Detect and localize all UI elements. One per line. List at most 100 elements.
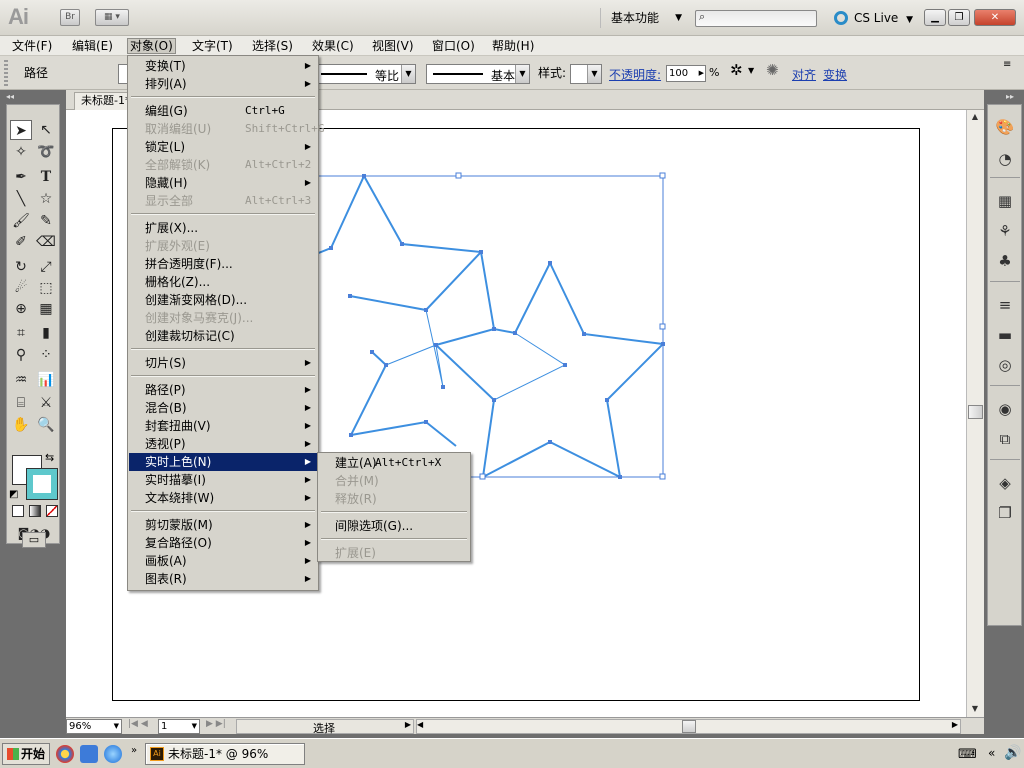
type-tool-icon[interactable]: T [35,167,57,187]
menu-view[interactable]: 视图(V) [370,38,416,54]
object-menu-item[interactable]: 隐藏(H) ▶ [129,174,317,192]
panel-grip[interactable] [4,60,8,86]
vertical-scroll-thumb[interactable] [968,405,983,419]
free-transform-tool-icon[interactable]: ⬚ [35,278,57,298]
layers-icon[interactable]: ◈ [994,473,1016,493]
menu-select[interactable]: 选择(S) [250,38,295,54]
slice-tool-icon[interactable]: ⚔ [35,393,57,413]
search-input[interactable]: ⌕ [695,10,817,27]
object-menu-item[interactable]: 剪切蒙版(M) ▶ [129,516,317,534]
start-button[interactable]: 开始 [2,743,50,765]
opacity-input[interactable]: 100 ▶ [666,65,706,82]
object-menu-item[interactable]: 变换(T) ▶ [129,57,317,75]
scroll-down-icon[interactable]: ▼ [967,702,983,716]
graphic-style-dropdown[interactable]: ▼ [570,64,602,84]
collapse-panel-icon[interactable]: ◂◂ [6,92,14,101]
brushes-icon[interactable]: ⚘ [994,221,1016,241]
keyboard-icon[interactable]: ⌨ [958,747,977,762]
vertical-scrollbar[interactable]: ▲ ▼ [966,110,984,717]
object-menu-item[interactable]: 实时上色(N) ▶ [129,453,317,471]
artboard-tool-icon[interactable]: ⌸ [10,393,32,413]
hand-tool-icon[interactable]: ✋ [10,415,32,435]
stroke-icon[interactable]: ≡ [994,295,1016,315]
object-menu-item[interactable]: 路径(P) ▶ [129,381,317,399]
chevron-down-icon[interactable]: ▼ [748,64,754,78]
pencil-tool-icon[interactable]: ✎ [35,211,57,231]
color-icon[interactable]: ◔ [994,149,1016,169]
zoom-dropdown[interactable]: 96% ▼ [66,719,122,734]
none-mode-icon[interactable] [46,505,58,517]
swatches-icon[interactable]: ▦ [994,191,1016,211]
pen-tool-icon[interactable]: ✒ [10,167,32,187]
restore-button[interactable]: ❐ [948,9,970,26]
object-menu-item[interactable]: 封套扭曲(V) ▶ [129,417,317,435]
scroll-up-icon[interactable]: ▲ [967,110,983,124]
transparency-icon[interactable]: ◎ [994,355,1016,375]
paintbrush-tool-icon[interactable]: 🖌 [10,211,32,231]
graphic-styles-icon[interactable]: ⧉ [994,429,1016,449]
mesh-tool-icon[interactable]: ⌗ [10,323,32,343]
shape-builder-tool-icon[interactable]: ⊕ [10,299,32,319]
arrange-documents-button[interactable]: ▦ ▾ [95,9,129,26]
gradient-icon[interactable]: ▬ [994,325,1016,345]
live-paint-menu-item[interactable]: 建立(A) Alt+Ctrl+X [319,454,469,472]
live-paint-menu-item[interactable]: 间隙选项(G)... [319,517,469,535]
panel-menu-icon[interactable]: ≡ [1003,58,1011,72]
artboard-navigator[interactable]: 1 ▼ [158,719,200,734]
star-tool-icon[interactable]: ☆ [35,189,57,209]
gradient-mode-icon[interactable] [29,505,41,517]
line-tool-icon[interactable]: ╲ [10,189,32,209]
appearance-icon[interactable]: ◉ [994,399,1016,419]
object-menu-item[interactable]: 扩展(X)... [129,219,317,237]
menu-help[interactable]: 帮助(H) [490,38,536,54]
lasso-tool-icon[interactable]: ➰ [35,142,57,162]
blend-tool-icon[interactable]: ⁘ [35,345,57,365]
menu-effect[interactable]: 效果(C) [310,38,356,54]
warp-tool-icon[interactable]: ☄ [10,278,32,298]
horizontal-scrollbar[interactable]: ◀ ▶ [416,719,961,734]
menu-edit[interactable]: 编辑(E) [70,38,115,54]
cs-live-button[interactable]: CS Live ▼ [834,9,913,27]
perspective-grid-tool-icon[interactable]: ▦ [35,299,57,319]
first-artboard-icon[interactable]: |◀ ◀ [128,719,148,729]
status-info-dropdown[interactable]: 选择 ▶ [236,719,414,735]
eyedropper-tool-icon[interactable]: ⚲ [10,345,32,365]
object-menu-item[interactable]: 透视(P) ▶ [129,435,317,453]
color-guide-icon[interactable]: 🎨 [994,117,1016,137]
object-menu-item[interactable]: 混合(B) ▶ [129,399,317,417]
eraser-tool-icon[interactable]: ⌫ [35,232,57,252]
column-graph-tool-icon[interactable]: 📊 [35,370,57,390]
workspace-switcher[interactable]: 基本功能 ▼ [600,8,684,28]
chevron-double-right-icon[interactable]: » [131,745,137,756]
symbol-sprayer-tool-icon[interactable]: ♒ [10,370,32,390]
minimize-button[interactable]: ▁ [924,9,946,26]
internet-explorer-icon[interactable] [104,745,122,763]
object-menu-item[interactable]: 创建裁切标记(C) [129,327,317,345]
swap-colors-icon[interactable]: ⇆ [45,451,54,464]
volume-icon[interactable]: 🔊 [1004,745,1021,761]
transform-link[interactable]: 变换 [823,66,847,83]
stroke-profile-dropdown[interactable]: 等比 ▼ [318,64,416,84]
expand-tray-icon[interactable]: « [988,746,995,760]
bridge-button[interactable]: Br [60,9,80,26]
artboards-icon[interactable]: ❐ [994,503,1016,523]
menu-object[interactable]: 对象(O) [127,38,176,54]
close-button[interactable]: ✕ [974,9,1016,26]
menu-file[interactable]: 文件(F) [10,38,54,54]
scroll-right-icon[interactable]: ▶ [952,720,958,729]
isolate-icon[interactable]: ✺ [766,63,779,78]
screen-mode-icon[interactable]: ▭ [22,532,46,548]
recolor-icon[interactable]: ✲ [730,63,743,78]
direct-selection-tool-icon[interactable]: ↖ [35,120,57,140]
stroke-color-swatch[interactable] [26,468,58,500]
expand-panels-icon[interactable]: ▸▸ [1006,92,1014,101]
object-menu-item[interactable]: 实时描摹(I) ▶ [129,471,317,489]
symbols-icon[interactable]: ♣ [994,251,1016,271]
gradient-tool-icon[interactable]: ▮ [35,323,57,343]
default-colors-icon[interactable]: ◩ [9,489,18,500]
object-menu-item[interactable]: 锁定(L) ▶ [129,138,317,156]
object-menu-item[interactable]: 切片(S) ▶ [129,354,317,372]
zoom-tool-icon[interactable]: 🔍 [35,415,57,435]
last-artboard-icon[interactable]: ▶ ▶| [206,719,226,729]
browser-icon[interactable] [80,745,98,763]
